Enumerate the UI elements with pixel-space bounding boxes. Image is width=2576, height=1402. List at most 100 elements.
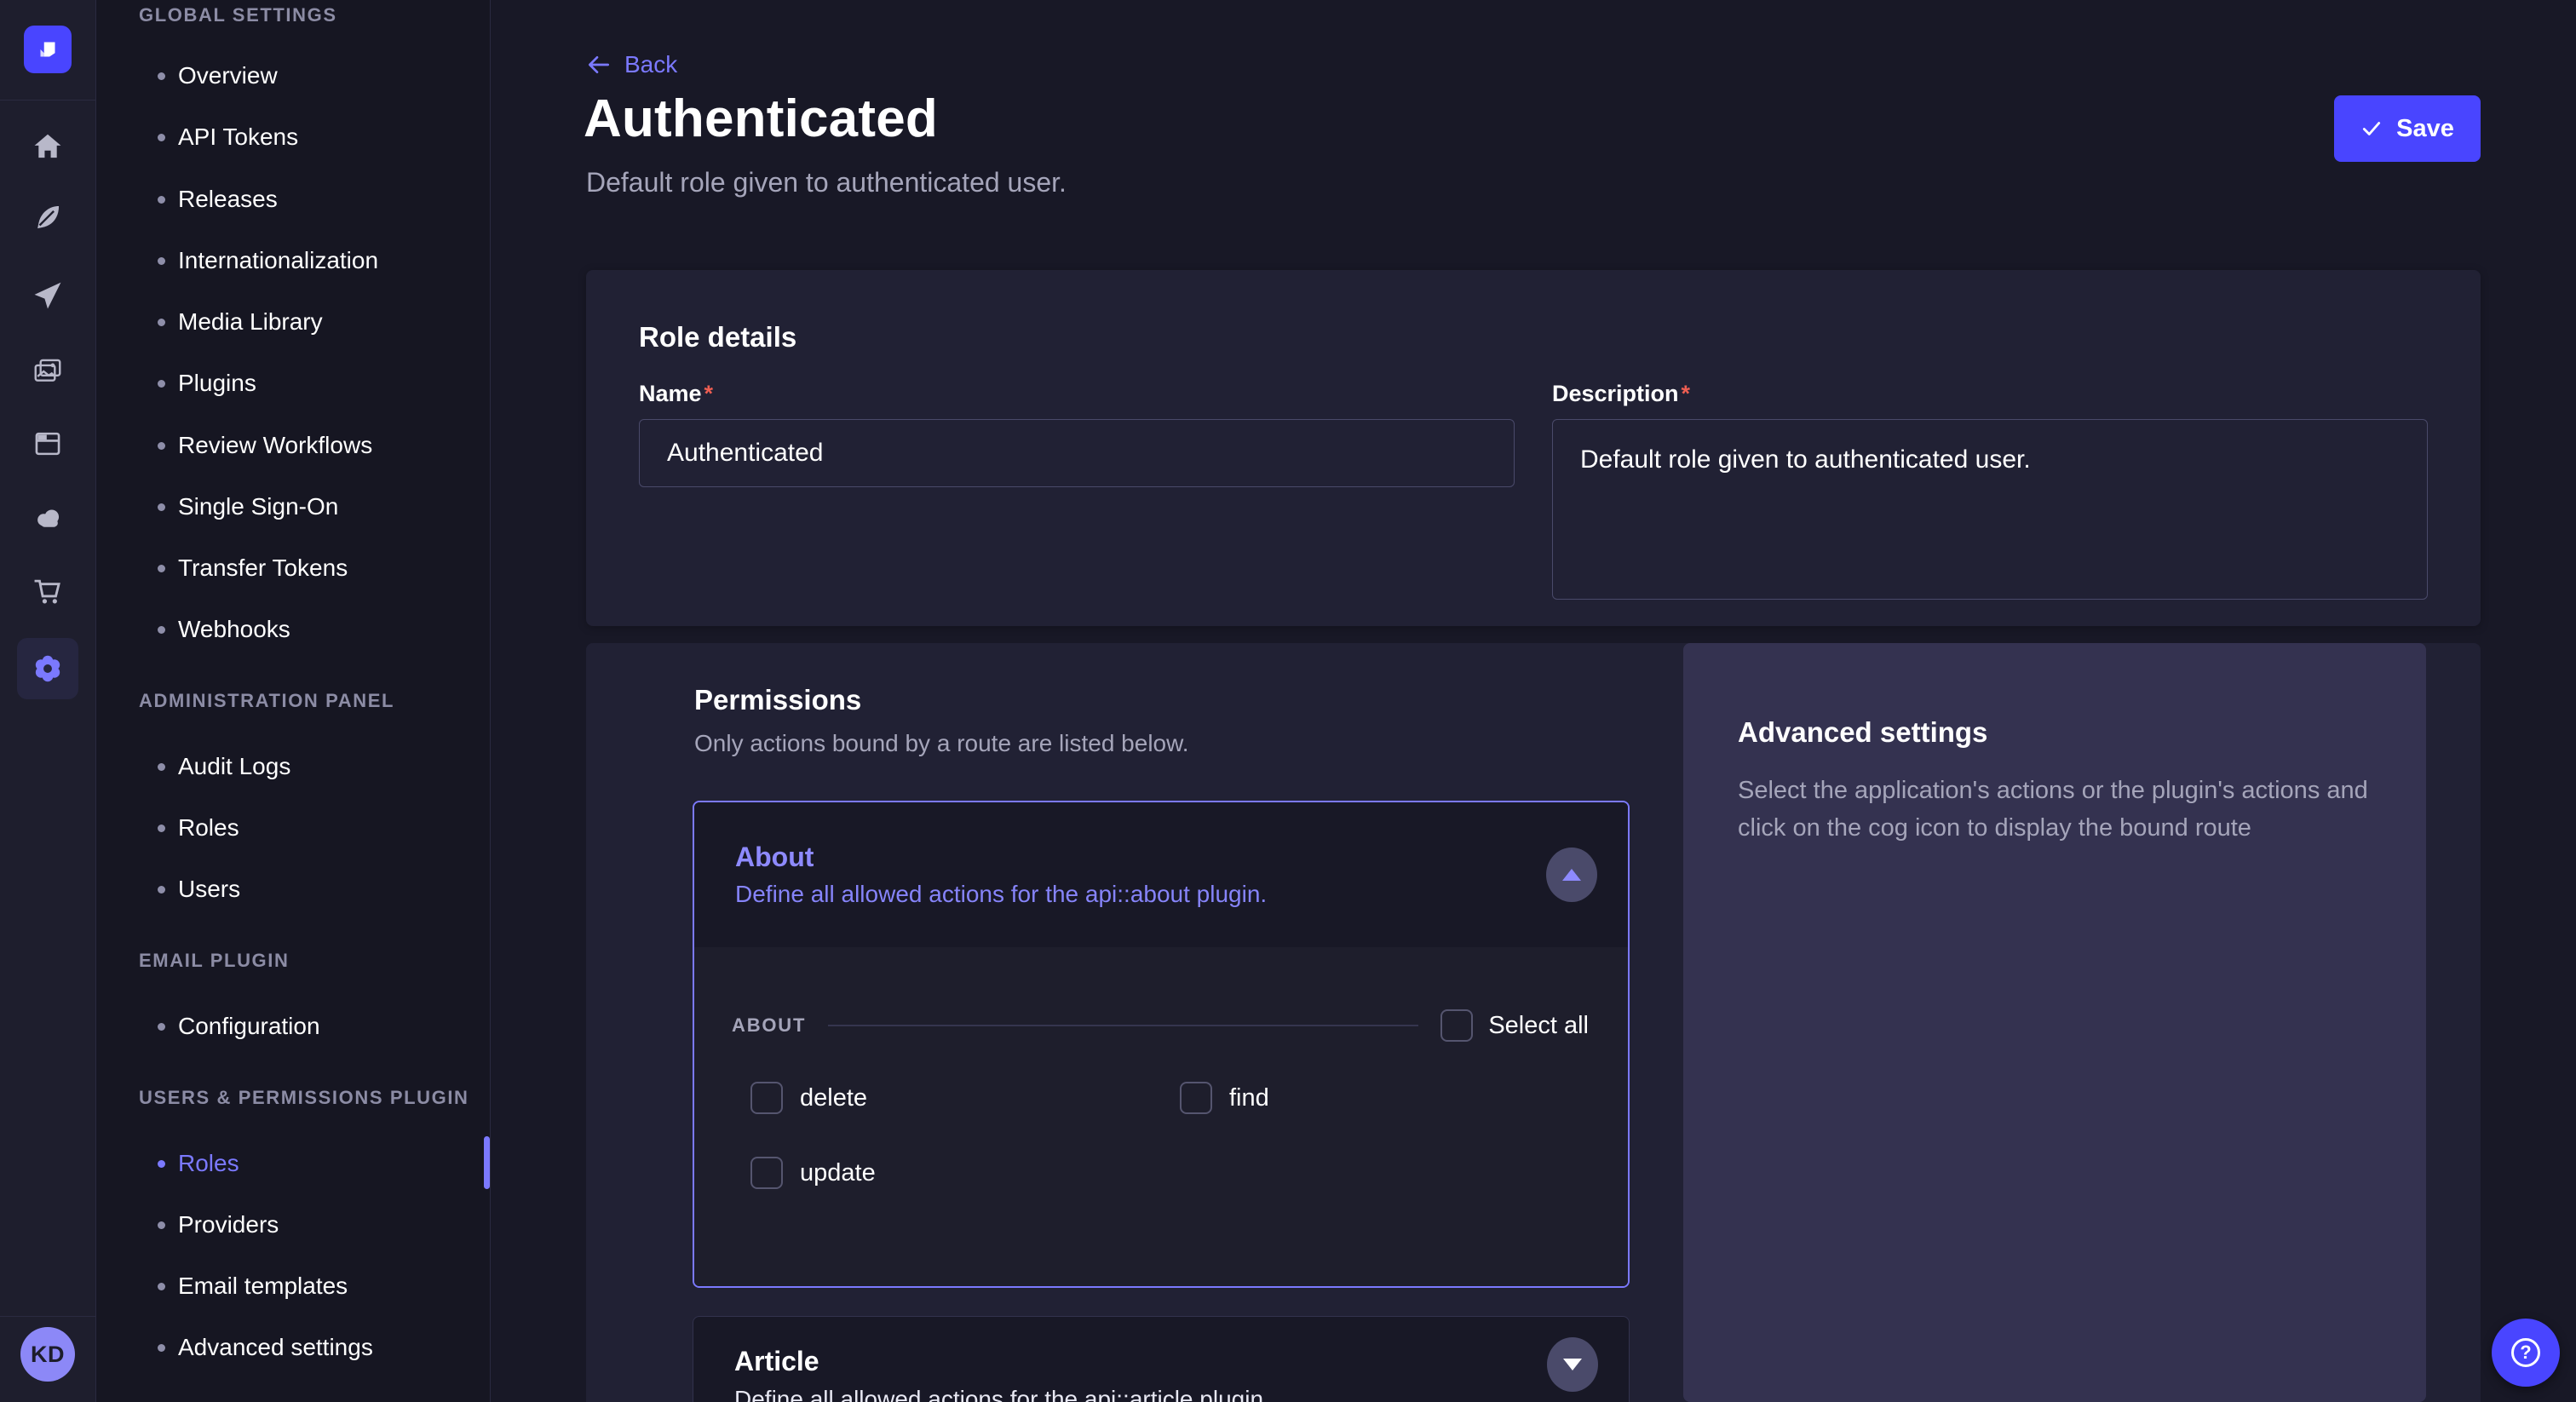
select-all-label: Select all bbox=[1488, 1012, 1589, 1040]
bullet-icon bbox=[158, 134, 165, 141]
chevron-down-icon bbox=[1563, 1359, 1582, 1370]
strapi-logo-icon bbox=[33, 35, 62, 64]
check-icon bbox=[2360, 118, 2383, 140]
sidebar-item-single-sign-on[interactable]: Single Sign-On bbox=[95, 476, 490, 537]
sidebar-item-overview[interactable]: Overview bbox=[95, 45, 490, 106]
media-library-icon[interactable] bbox=[31, 354, 65, 388]
deploy-send-icon[interactable] bbox=[31, 279, 65, 313]
sidebar-item-review-workflows[interactable]: Review Workflows bbox=[95, 415, 490, 476]
expand-button[interactable] bbox=[1547, 1337, 1598, 1392]
bullet-icon bbox=[158, 196, 165, 204]
about-actions-grid: delete find update bbox=[750, 1082, 1269, 1189]
section-administration-panel: ADMINISTRATION PANEL bbox=[139, 689, 394, 713]
sidebar-item-transfer-tokens[interactable]: Transfer Tokens bbox=[95, 537, 490, 599]
about-group-row: ABOUT Select all bbox=[732, 1008, 1589, 1043]
content-manager-feather-icon[interactable] bbox=[31, 200, 65, 234]
rail-divider bbox=[0, 1316, 95, 1317]
bullet-icon bbox=[158, 626, 165, 634]
name-label: Name bbox=[639, 381, 702, 406]
sidebar-item-internationalization[interactable]: Internationalization bbox=[95, 230, 490, 291]
bullet-icon bbox=[158, 565, 165, 572]
sidebar-item-users[interactable]: Users bbox=[95, 859, 490, 920]
accordion-article-subtitle: Define all allowed actions for the api::… bbox=[734, 1386, 1588, 1402]
page-title: Authenticated bbox=[584, 89, 938, 149]
delete-checkbox[interactable] bbox=[750, 1082, 783, 1114]
save-button[interactable]: Save bbox=[2334, 95, 2481, 162]
accordion-about: About Define all allowed actions for the… bbox=[693, 801, 1630, 1288]
sidebar-item-releases[interactable]: Releases bbox=[95, 169, 490, 230]
sidebar-item-webhooks[interactable]: Webhooks bbox=[95, 599, 490, 660]
divider-line bbox=[828, 1025, 1418, 1026]
select-all-checkbox[interactable] bbox=[1440, 1009, 1473, 1042]
content-type-builder-icon[interactable] bbox=[31, 427, 65, 461]
accordion-about-header[interactable]: About Define all allowed actions for the… bbox=[694, 802, 1628, 947]
bullet-icon bbox=[158, 1344, 165, 1352]
sidebar-item-up-roles[interactable]: Roles bbox=[95, 1133, 490, 1194]
back-label: Back bbox=[624, 51, 677, 78]
bullet-icon bbox=[158, 319, 165, 326]
accordion-about-body: ABOUT Select all delete find bbox=[694, 947, 1628, 1286]
sidebar-item-advanced-settings[interactable]: Advanced settings bbox=[95, 1317, 490, 1378]
bullet-icon bbox=[158, 380, 165, 388]
rail-divider bbox=[0, 100, 95, 101]
bullet-icon bbox=[158, 763, 165, 771]
action-find: find bbox=[1180, 1082, 1269, 1114]
action-update: update bbox=[750, 1157, 1180, 1189]
chevron-up-icon bbox=[1562, 869, 1581, 881]
collapse-button[interactable] bbox=[1546, 848, 1597, 902]
sidebar-item-plugins[interactable]: Plugins bbox=[95, 353, 490, 414]
bullet-icon bbox=[158, 1023, 165, 1031]
bullet-icon bbox=[158, 1160, 165, 1168]
sidebar-item-configuration[interactable]: Configuration bbox=[95, 996, 490, 1057]
section-users-permissions-plugin: USERS & PERMISSIONS PLUGIN bbox=[139, 1086, 469, 1110]
permissions-subtitle: Only actions bound by a route are listed… bbox=[694, 730, 1189, 757]
bullet-icon bbox=[158, 72, 165, 80]
description-label: Description bbox=[1552, 381, 1679, 406]
marketplace-cart-icon[interactable] bbox=[31, 574, 65, 608]
sidebar-item-media-library[interactable]: Media Library bbox=[95, 291, 490, 353]
required-asterisk: * bbox=[1682, 381, 1691, 406]
permissions-heading: Permissions bbox=[694, 684, 861, 716]
user-avatar[interactable]: KD bbox=[20, 1327, 75, 1382]
permissions-section: Permissions Only actions bound by a rout… bbox=[586, 643, 2481, 1402]
settings-sidebar: GLOBAL SETTINGS Overview API Tokens Rele… bbox=[95, 0, 491, 1402]
cloud-icon[interactable] bbox=[31, 501, 65, 535]
help-button[interactable]: ? bbox=[2492, 1319, 2560, 1387]
description-textarea[interactable]: Default role given to authenticated user… bbox=[1552, 419, 2428, 600]
home-icon[interactable] bbox=[31, 129, 65, 164]
back-link[interactable]: Back bbox=[585, 51, 677, 78]
gear-icon bbox=[29, 650, 66, 687]
bullet-icon bbox=[158, 1283, 165, 1290]
page-subtitle: Default role given to authenticated user… bbox=[586, 167, 1067, 198]
icon-rail: KD bbox=[0, 0, 96, 1402]
accordion-about-title: About bbox=[735, 842, 1628, 873]
sidebar-item-audit-logs[interactable]: Audit Logs bbox=[95, 736, 490, 797]
active-item-indicator bbox=[484, 1136, 490, 1189]
role-details-heading: Role details bbox=[639, 321, 2428, 353]
action-delete: delete bbox=[750, 1082, 1180, 1114]
question-mark-icon: ? bbox=[2511, 1338, 2540, 1367]
section-global-settings: GLOBAL SETTINGS bbox=[139, 3, 337, 27]
accordion-article[interactable]: Article Define all allowed actions for t… bbox=[693, 1316, 1630, 1402]
bullet-icon bbox=[158, 503, 165, 511]
sidebar-item-api-tokens[interactable]: API Tokens bbox=[95, 106, 490, 168]
name-field-group: Name* bbox=[639, 381, 1515, 604]
accordion-about-subtitle: Define all allowed actions for the api::… bbox=[735, 881, 1628, 908]
role-details-card: Role details Name* Description* Default … bbox=[586, 270, 2481, 626]
update-checkbox[interactable] bbox=[750, 1157, 783, 1189]
about-group-label: ABOUT bbox=[732, 1014, 806, 1037]
description-field-group: Description* Default role given to authe… bbox=[1552, 381, 2428, 604]
strapi-logo[interactable] bbox=[24, 26, 72, 73]
bullet-icon bbox=[158, 442, 165, 450]
find-checkbox[interactable] bbox=[1180, 1082, 1212, 1114]
sidebar-item-providers[interactable]: Providers bbox=[95, 1194, 490, 1255]
main-content: Back Authenticated Default role given to… bbox=[490, 0, 2576, 1402]
required-asterisk: * bbox=[704, 381, 714, 406]
settings-gear-button[interactable] bbox=[17, 638, 78, 699]
name-input[interactable] bbox=[639, 419, 1515, 487]
bullet-icon bbox=[158, 825, 165, 832]
sidebar-item-email-templates[interactable]: Email templates bbox=[95, 1255, 490, 1317]
bullet-icon bbox=[158, 257, 165, 265]
sidebar-item-admin-roles[interactable]: Roles bbox=[95, 797, 490, 859]
section-email-plugin: EMAIL PLUGIN bbox=[139, 949, 289, 973]
